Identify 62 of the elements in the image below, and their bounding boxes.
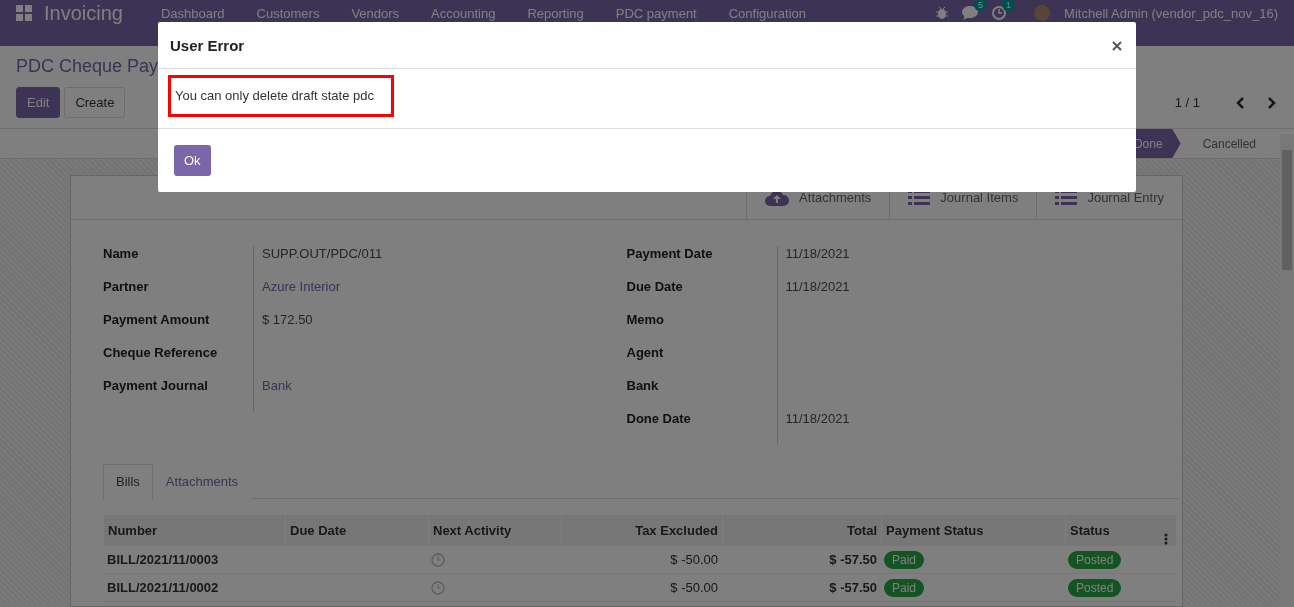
status-badge: Posted xyxy=(1068,550,1122,569)
field-label: Cheque Reference xyxy=(103,345,219,362)
column-header[interactable]: Due Date xyxy=(285,515,428,546)
field-label: Bank xyxy=(626,378,660,395)
dialog-title: User Error xyxy=(170,36,245,54)
menu-item[interactable]: Configuration xyxy=(712,6,823,21)
field-label: Payment Journal xyxy=(103,378,209,395)
field-label: Payment Date xyxy=(626,246,714,263)
field-label: Memo xyxy=(626,312,666,329)
field-link[interactable]: Bank xyxy=(262,378,292,393)
menu-item[interactable]: Vendors xyxy=(335,6,416,21)
bug-icon[interactable] xyxy=(936,6,949,20)
field-label: Partner xyxy=(103,279,150,296)
menu-item[interactable]: Dashboard xyxy=(144,6,241,21)
kebab-icon[interactable] xyxy=(1164,533,1168,545)
field-link[interactable]: Azure Interior xyxy=(262,279,341,294)
tab[interactable]: Bills xyxy=(103,464,153,499)
field-label: Agent xyxy=(626,345,665,362)
status-badge: Posted xyxy=(1068,578,1122,597)
app-name: Invoicing xyxy=(44,2,123,24)
table-cell: $ -50.00 xyxy=(561,574,722,602)
table-cell: $ -50.00 xyxy=(561,546,722,574)
menu-item[interactable]: Reporting xyxy=(511,6,600,21)
table-cell: $ -57.50 xyxy=(722,546,881,574)
status-badge: Paid xyxy=(884,578,925,597)
field-label: Done Date xyxy=(626,411,692,428)
close-icon[interactable] xyxy=(1112,41,1122,51)
status-badge: Paid xyxy=(884,550,925,569)
user-name[interactable]: Mitchell Admin (vendor_pdc_nov_16) xyxy=(1064,5,1278,21)
field-value: SUPP.OUT/PDC/011 xyxy=(262,246,383,261)
edit-button[interactable]: Edit xyxy=(16,87,61,118)
create-button[interactable]: Create xyxy=(64,87,126,118)
field-value: 11/18/2021 xyxy=(785,279,850,294)
column-header[interactable]: Payment Status xyxy=(881,515,1065,546)
field-value: 11/18/2021 xyxy=(785,411,850,426)
field-label: Payment Amount xyxy=(103,312,211,329)
clock-icon[interactable] xyxy=(431,580,445,595)
scrollbar-thumb[interactable] xyxy=(1282,150,1292,270)
column-header[interactable]: Next Activity xyxy=(428,515,561,546)
table-cell: $ -57.50 xyxy=(722,574,881,602)
field-value: $ 172.50 xyxy=(262,312,313,327)
count-badge: 1 xyxy=(1002,0,1016,11)
field-value: 11/18/2021 xyxy=(785,246,850,261)
column-header[interactable]: Tax Excluded xyxy=(561,515,722,546)
apps-menu-icon[interactable] xyxy=(16,5,32,21)
table-cell: BILL/2021/11/0002 xyxy=(103,574,285,602)
menu-item[interactable]: Accounting xyxy=(415,6,512,21)
pager-value: 1 / 1 xyxy=(1174,95,1200,110)
menu-item[interactable]: PDC payment xyxy=(599,6,713,21)
column-header[interactable]: Number xyxy=(103,515,285,546)
column-header[interactable]: Total xyxy=(722,515,881,546)
ok-button[interactable]: Ok xyxy=(174,145,211,176)
error-message: You can only delete draft state pdc xyxy=(175,88,374,103)
count-badge: 5 xyxy=(974,0,988,11)
field-label: Due Date xyxy=(626,279,684,296)
clock-icon[interactable] xyxy=(431,552,445,567)
column-header[interactable]: Status xyxy=(1065,515,1176,546)
menu-item[interactable]: Customers xyxy=(240,6,336,21)
chat-icon[interactable] xyxy=(962,6,979,20)
field-label: Name xyxy=(103,246,140,263)
status-stage[interactable]: Cancelled xyxy=(1180,129,1274,158)
table-cell: BILL/2021/11/0003 xyxy=(103,546,285,574)
